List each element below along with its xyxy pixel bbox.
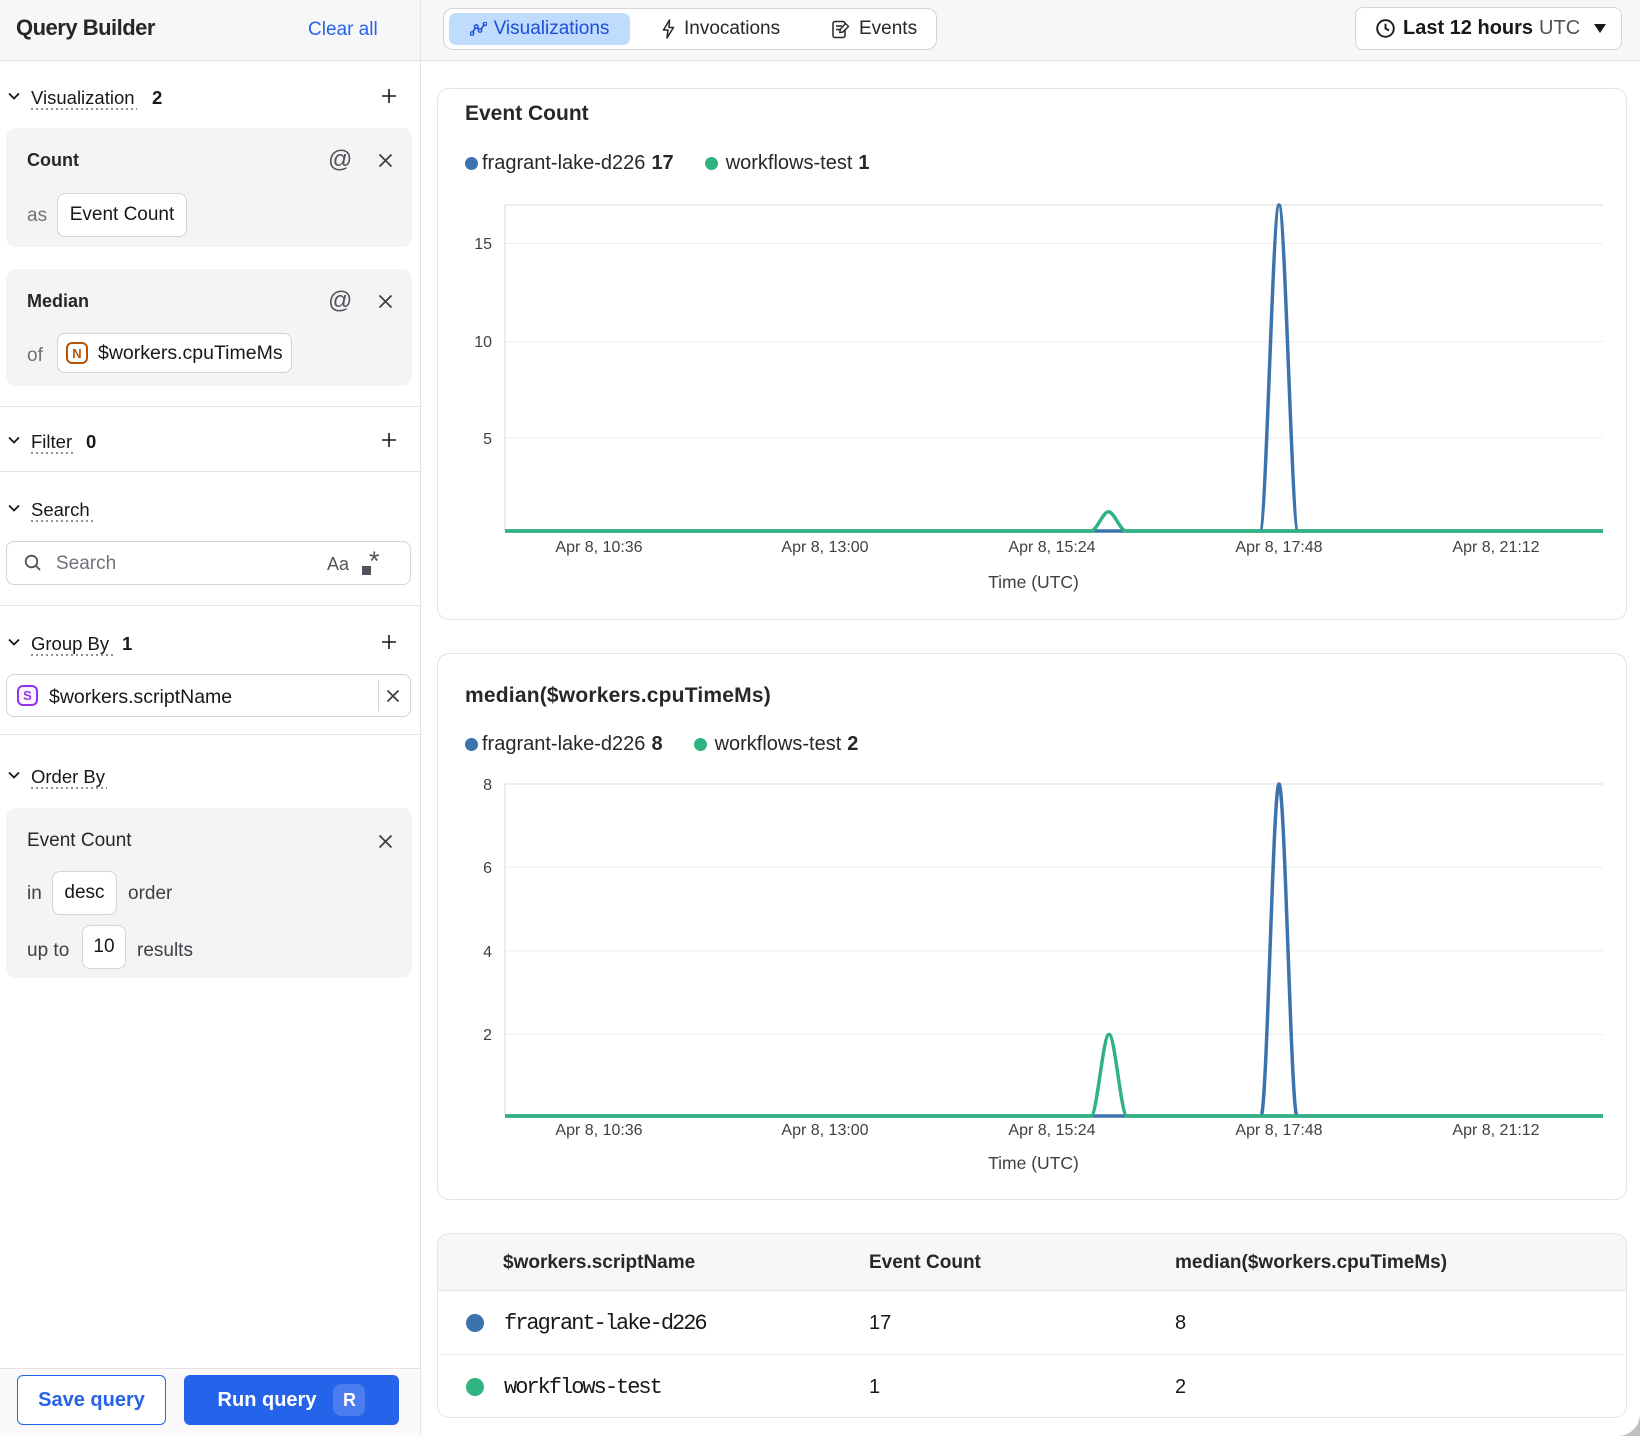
svg-text:Apr 8, 15:24: Apr 8, 15:24 (1008, 539, 1095, 556)
svg-text:5: 5 (483, 431, 492, 448)
svg-text:10: 10 (474, 334, 492, 351)
svg-text:Apr 8, 21:12: Apr 8, 21:12 (1452, 539, 1539, 556)
svg-text:6: 6 (483, 860, 492, 877)
svg-text:Time (UTC): Time (UTC) (988, 1153, 1079, 1173)
svg-text:Apr 8, 21:12: Apr 8, 21:12 (1452, 1122, 1539, 1139)
svg-text:2: 2 (483, 1027, 492, 1044)
svg-text:Apr 8, 17:48: Apr 8, 17:48 (1235, 1122, 1322, 1139)
svg-text:15: 15 (474, 236, 492, 253)
svg-text:Apr 8, 10:36: Apr 8, 10:36 (555, 1122, 642, 1139)
svg-text:Apr 8, 10:36: Apr 8, 10:36 (555, 539, 642, 556)
svg-text:Apr 8, 15:24: Apr 8, 15:24 (1008, 1122, 1095, 1139)
svg-text:Apr 8, 13:00: Apr 8, 13:00 (781, 539, 868, 556)
svg-text:Time (UTC): Time (UTC) (988, 572, 1079, 592)
svg-text:Apr 8, 17:48: Apr 8, 17:48 (1235, 539, 1322, 556)
svg-text:8: 8 (483, 777, 492, 794)
svg-text:4: 4 (483, 944, 492, 961)
svg-text:Apr 8, 13:00: Apr 8, 13:00 (781, 1122, 868, 1139)
